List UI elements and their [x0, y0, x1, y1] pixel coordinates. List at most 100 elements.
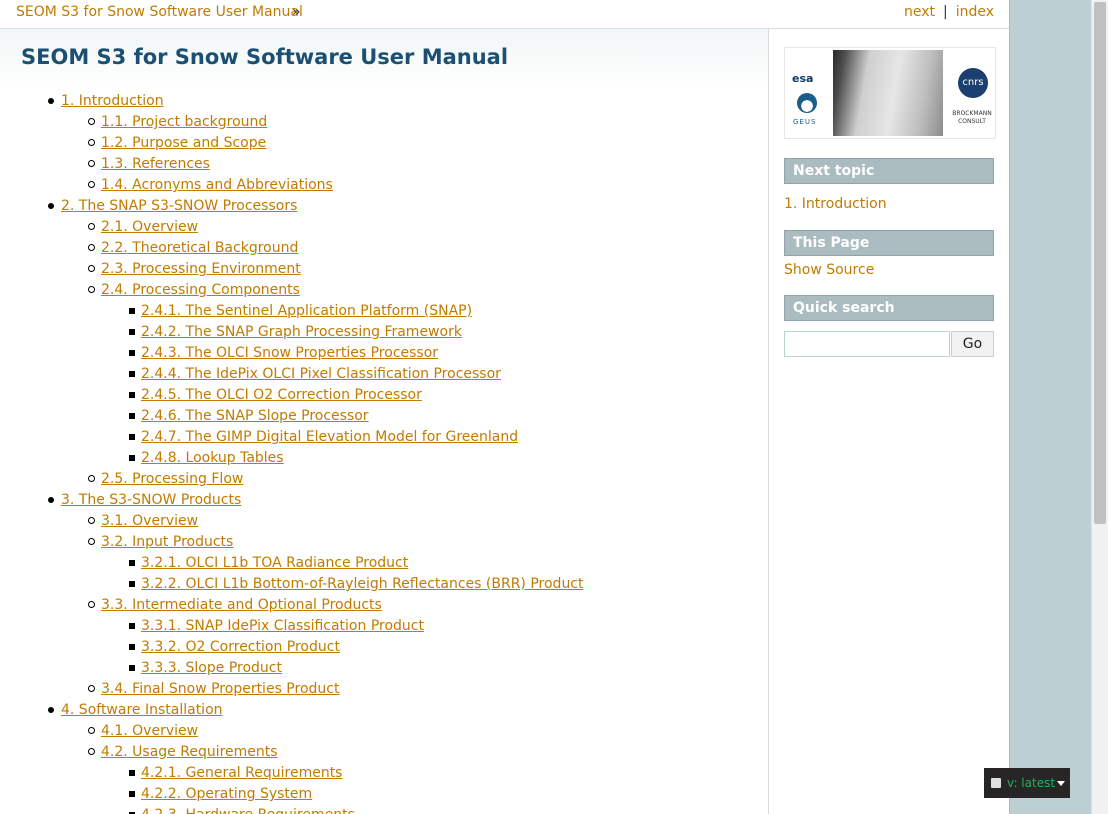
toc-bullet: [48, 497, 54, 503]
cnrs-logo: cnrs: [958, 68, 988, 98]
toc-link[interactable]: 4.2. Usage Requirements: [101, 742, 278, 763]
toc-link[interactable]: 2.4. Processing Components: [101, 280, 300, 301]
toc-item-level-3: 4.2.2. Operating System: [0, 784, 760, 805]
toc-item-level-1: 3. The S3-SNOW Products: [0, 490, 760, 511]
toc-bullet: [129, 623, 135, 629]
toc-item-level-2: 2.3. Processing Environment: [0, 259, 760, 280]
toc-link[interactable]: 4.1. Overview: [101, 721, 198, 742]
toc-link[interactable]: 3. The S3-SNOW Products: [61, 490, 241, 511]
this-page-heading: This Page: [784, 230, 994, 256]
toc-item-level-3: 4.2.3. Hardware Requirements: [0, 805, 760, 814]
quick-search-input[interactable]: [784, 331, 950, 357]
toc-link[interactable]: 4.2.2. Operating System: [141, 784, 312, 805]
toc-link[interactable]: 3.3.1. SNAP IdePix Classification Produc…: [141, 616, 424, 637]
toc-link[interactable]: 2. The SNAP S3-SNOW Processors: [61, 196, 297, 217]
related-links: next | index: [904, 4, 994, 20]
toc-link[interactable]: 2.4.4. The IdePix OLCI Pixel Classificat…: [141, 364, 501, 385]
toc-bullet: [129, 560, 135, 566]
toc-bullet: [88, 223, 95, 230]
next-topic-link[interactable]: 1. Introduction: [784, 196, 887, 212]
next-link[interactable]: next: [904, 4, 935, 20]
toc-bullet: [88, 139, 95, 146]
toc-bullet: [88, 160, 95, 167]
toc-link[interactable]: 2.4.5. The OLCI O2 Correction Processor: [141, 385, 422, 406]
toc-link[interactable]: 1. Introduction: [61, 91, 164, 112]
toc-item-level-1: 4. Software Installation: [0, 700, 760, 721]
book-icon: [991, 778, 1001, 788]
toc-bullet: [129, 434, 135, 440]
toc-bullet: [129, 791, 135, 797]
toc-item-level-1: 2. The SNAP S3-SNOW Processors: [0, 196, 760, 217]
toc-item-level-2: 3.1. Overview: [0, 511, 760, 532]
toc-item-level-2: 3.3. Intermediate and Optional Products: [0, 595, 760, 616]
toc-link[interactable]: 1.1. Project background: [101, 112, 267, 133]
version-selector[interactable]: v: latest: [984, 768, 1070, 798]
toc-item-level-2: 4.2. Usage Requirements: [0, 742, 760, 763]
toc-link[interactable]: 1.2. Purpose and Scope: [101, 133, 266, 154]
toc-bullet: [129, 329, 135, 335]
toc-link[interactable]: 2.3. Processing Environment: [101, 259, 301, 280]
toc-link[interactable]: 2.4.6. The SNAP Slope Processor: [141, 406, 369, 427]
toc-item-level-2: 1.1. Project background: [0, 112, 760, 133]
toc-item-level-3: 2.4.3. The OLCI Snow Properties Processo…: [0, 343, 760, 364]
toc-link[interactable]: 3.3.2. O2 Correction Product: [141, 637, 340, 658]
geus-logo-icon: [797, 93, 817, 113]
toc-item-level-3: 2.4.2. The SNAP Graph Processing Framewo…: [0, 322, 760, 343]
esa-logo: esa: [792, 72, 814, 85]
toc-link[interactable]: 3.2.2. OLCI L1b Bottom-of-Rayleigh Refle…: [141, 574, 584, 595]
quick-search-heading: Quick search: [784, 295, 994, 321]
toc-link[interactable]: 3.2. Input Products: [101, 532, 233, 553]
toc-item-level-3: 2.4.7. The GIMP Digital Elevation Model …: [0, 427, 760, 448]
toc-link[interactable]: 4. Software Installation: [61, 700, 223, 721]
toc-bullet: [88, 685, 95, 692]
toc-link[interactable]: 3.1. Overview: [101, 511, 198, 532]
toc-link[interactable]: 2.2. Theoretical Background: [101, 238, 298, 259]
toc-link[interactable]: 1.3. References: [101, 154, 210, 175]
toc-link[interactable]: 3.3. Intermediate and Optional Products: [101, 595, 382, 616]
toc-link[interactable]: 1.4. Acronyms and Abbreviations: [101, 175, 333, 196]
search-go-button[interactable]: Go: [951, 331, 994, 357]
toc-bullet: [88, 538, 95, 545]
toc-link[interactable]: 2.4.1. The Sentinel Application Platform…: [141, 301, 472, 322]
breadcrumb-home-link[interactable]: SEOM S3 for Snow Software User Manual: [16, 4, 303, 20]
toc-link[interactable]: 3.2.1. OLCI L1b TOA Radiance Product: [141, 553, 408, 574]
toc-bullet: [129, 770, 135, 776]
toc-link[interactable]: 2.1. Overview: [101, 217, 198, 238]
toc-bullet: [48, 707, 54, 713]
toc-link[interactable]: 2.4.7. The GIMP Digital Elevation Model …: [141, 427, 518, 448]
breadcrumb-separator: »: [292, 4, 301, 20]
version-label: v: latest: [1007, 776, 1056, 790]
toc-item-level-3: 2.4.6. The SNAP Slope Processor: [0, 406, 760, 427]
toc-link[interactable]: 2.4.2. The SNAP Graph Processing Framewo…: [141, 322, 462, 343]
top-navigation-bar: SEOM S3 for Snow Software User Manual » …: [0, 0, 1009, 29]
caret-down-icon: [1057, 781, 1065, 786]
toc-link[interactable]: 2.5. Processing Flow: [101, 469, 243, 490]
toc-bullet: [88, 181, 95, 188]
page: SEOM S3 for Snow Software User Manual » …: [0, 0, 1010, 814]
toc-item-level-2: 1.3. References: [0, 154, 760, 175]
toc-item-level-2: 3.4. Final Snow Properties Product: [0, 679, 760, 700]
toc-item-level-3: 3.3.1. SNAP IdePix Classification Produc…: [0, 616, 760, 637]
toc-bullet: [129, 350, 135, 356]
index-link[interactable]: index: [956, 4, 994, 20]
toc-item-level-3: 2.4.5. The OLCI O2 Correction Processor: [0, 385, 760, 406]
toc-bullet: [88, 748, 95, 755]
toc-link[interactable]: 3.3.3. Slope Product: [141, 658, 282, 679]
toc-link[interactable]: 2.4.8. Lookup Tables: [141, 448, 284, 469]
toc-bullet: [48, 98, 54, 104]
toc-bullet: [48, 203, 54, 209]
toc-link[interactable]: 4.2.1. General Requirements: [141, 763, 342, 784]
toc-item-level-2: 4.1. Overview: [0, 721, 760, 742]
toc-link[interactable]: 2.4.3. The OLCI Snow Properties Processo…: [141, 343, 438, 364]
toc-link[interactable]: 4.2.3. Hardware Requirements: [141, 805, 355, 814]
scrollbar-thumb[interactable]: [1094, 2, 1106, 524]
toc-item-level-2: 1.4. Acronyms and Abbreviations: [0, 175, 760, 196]
toc-bullet: [129, 308, 135, 314]
toc-bullet: [129, 665, 135, 671]
toc-item-level-2: 2.4. Processing Components: [0, 280, 760, 301]
show-source-link[interactable]: Show Source: [784, 262, 874, 278]
toc-link[interactable]: 3.4. Final Snow Properties Product: [101, 679, 339, 700]
toc-item-level-2: 2.2. Theoretical Background: [0, 238, 760, 259]
toc-bullet: [88, 244, 95, 251]
toc-bullet: [129, 581, 135, 587]
